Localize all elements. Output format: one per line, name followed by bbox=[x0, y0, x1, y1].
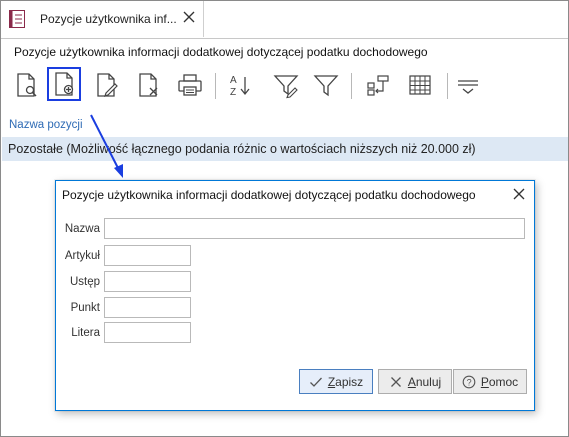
more-button[interactable] bbox=[451, 68, 485, 102]
tab-strip: Pozycje użytkownika inf... bbox=[1, 1, 568, 39]
preview-document-icon bbox=[17, 73, 37, 97]
filter-edit-icon bbox=[273, 75, 299, 99]
toolbar-separator bbox=[215, 73, 216, 99]
list-item-label: Pozostałe (Możliwość łącznego podania ró… bbox=[8, 142, 476, 156]
print-button[interactable] bbox=[173, 68, 207, 102]
printer-icon bbox=[178, 74, 202, 96]
toolbar-separator bbox=[447, 73, 448, 99]
svg-text:A: A bbox=[230, 75, 237, 86]
help-icon: ? bbox=[462, 375, 476, 388]
article-field[interactable] bbox=[104, 245, 191, 266]
list-item[interactable]: Pozostałe (Możliwość łącznego podania ró… bbox=[2, 137, 568, 161]
delete-document-icon bbox=[139, 73, 158, 97]
delete-button[interactable] bbox=[131, 68, 165, 102]
form-icon bbox=[9, 10, 25, 28]
save-button[interactable]: Zapisz bbox=[299, 369, 373, 394]
tab-document[interactable]: Pozycje użytkownika inf... bbox=[1, 1, 204, 37]
grid-button[interactable] bbox=[403, 68, 437, 102]
add-position-dialog: Pozycje użytkownika informacji dodatkowe… bbox=[55, 180, 535, 411]
edit-button[interactable] bbox=[89, 68, 123, 102]
preview-button[interactable] bbox=[9, 68, 43, 102]
save-button-label: Zapisz bbox=[327, 374, 364, 389]
svg-text:Z: Z bbox=[230, 87, 236, 98]
svg-text:?: ? bbox=[466, 377, 471, 387]
filter-edit-button[interactable] bbox=[269, 68, 303, 102]
article-label: Artykuł bbox=[64, 250, 100, 262]
close-icon[interactable] bbox=[512, 187, 526, 201]
cancel-button[interactable]: Anuluj bbox=[378, 369, 452, 394]
close-icon bbox=[390, 376, 401, 387]
letter-label: Litera bbox=[71, 327, 100, 339]
letter-field[interactable] bbox=[104, 322, 191, 343]
close-icon[interactable] bbox=[182, 10, 196, 24]
cancel-button-label: Anuluj bbox=[407, 374, 442, 389]
sort-button[interactable]: A Z bbox=[223, 68, 257, 102]
more-menu-icon bbox=[458, 80, 478, 94]
sort-az-icon: A Z bbox=[230, 75, 250, 98]
toolbar-separator bbox=[351, 73, 352, 99]
group-button[interactable] bbox=[361, 68, 395, 102]
name-label: Nazwa bbox=[64, 223, 100, 235]
filter-button[interactable] bbox=[309, 68, 343, 102]
add-button[interactable] bbox=[47, 67, 81, 101]
grid-icon bbox=[409, 75, 431, 95]
name-field[interactable] bbox=[104, 218, 525, 239]
edit-document-icon bbox=[97, 73, 118, 97]
column-header-name[interactable]: Nazwa pozycji bbox=[9, 119, 83, 131]
check-icon bbox=[309, 377, 322, 387]
dialog-title: Pozycje użytkownika informacji dodatkowe… bbox=[62, 188, 476, 202]
paragraph-label: Ustęp bbox=[69, 276, 100, 288]
page-title: Pozycje użytkownika informacji dodatkowe… bbox=[14, 45, 428, 59]
filter-icon bbox=[313, 75, 339, 97]
paragraph-field[interactable] bbox=[104, 271, 191, 292]
tab-title: Pozycje użytkownika inf... bbox=[40, 12, 177, 26]
point-field[interactable] bbox=[104, 297, 191, 318]
help-button-label: Pomoc bbox=[480, 374, 519, 389]
help-button[interactable]: ? Pomoc bbox=[453, 369, 527, 394]
group-columns-icon bbox=[367, 75, 389, 96]
toolbar: A Z bbox=[1, 65, 568, 109]
add-document-icon bbox=[55, 72, 74, 96]
point-label: Punkt bbox=[70, 302, 100, 314]
